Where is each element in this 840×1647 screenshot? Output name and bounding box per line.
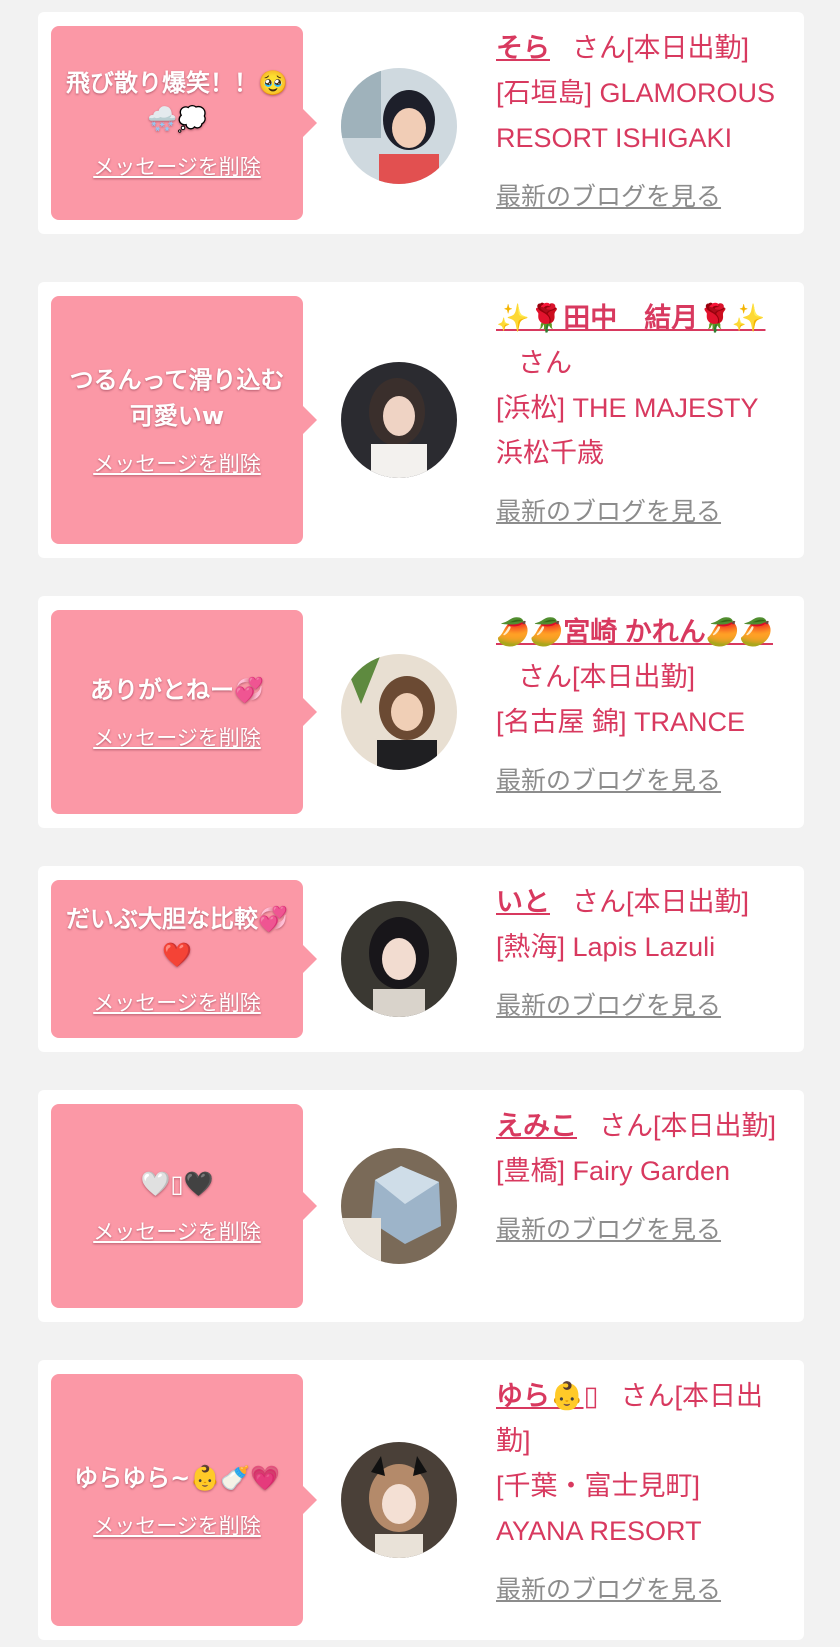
message-card: だいぶ大胆な比較💞❤️ メッセージを削除 いと さん[本日出勤] [熱海] Lap… — [38, 866, 804, 1052]
avatar-photo-icon — [341, 1442, 457, 1558]
avatar-photo-icon — [341, 654, 457, 770]
message-bubble: ありがとねー💞 メッセージを削除 — [51, 610, 317, 814]
avatar[interactable] — [341, 901, 457, 1017]
avatar[interactable] — [341, 68, 457, 184]
message-card: ありがとねー💞 メッセージを削除 🥭🥭宮崎 かれん🥭🥭 さん[本日出勤] [名古屋… — [38, 596, 804, 828]
latest-blog-link[interactable]: 最新のブログを見る — [496, 984, 721, 1029]
cast-info: えみこ さん[本日出勤] [豊橋] Fairy Garden 最新のブログを見る — [496, 1104, 792, 1253]
latest-blog-link[interactable]: 最新のブログを見る — [496, 1208, 721, 1253]
latest-blog-link[interactable]: 最新のブログを見る — [496, 175, 721, 220]
message-bubble: 🤍▯🖤 メッセージを削除 — [51, 1104, 317, 1308]
shop-name: [浜松] THE MAJESTY 浜松千歳 — [496, 393, 759, 468]
cast-info: 🥭🥭宮崎 かれん🥭🥭 さん[本日出勤] [名古屋 錦] TRANCE 最新のブログ… — [496, 610, 792, 804]
shop-name: [石垣島] GLAMOROUS RESORT ISHIGAKI — [496, 78, 776, 153]
shop-name: [豊橋] Fairy Garden — [496, 1156, 731, 1186]
shop-name: [千葉・富士見町] AYANA RESORT — [496, 1471, 702, 1546]
message-card: つるんって滑り込む可愛いw メッセージを削除 ✨🌹田中 結月🌹✨ さん [浜松] … — [38, 282, 804, 558]
message-text: つるんって滑り込む可愛いw — [69, 366, 285, 430]
favorites-message-list: 飛び散り爆笑！！🥹🌨️💭 メッセージを削除 そら さん[本日出勤] [石垣島] G… — [0, 0, 840, 1647]
delete-message-link[interactable]: メッセージを削除 — [93, 448, 261, 478]
cast-status: さん[本日出勤] — [572, 887, 750, 917]
cast-status: さん — [518, 348, 572, 378]
cast-info: そら さん[本日出勤] [石垣島] GLAMOROUS RESORT ISHIGA… — [496, 26, 792, 220]
shop-name: [名古屋 錦] TRANCE — [496, 707, 746, 737]
delete-message-link[interactable]: メッセージを削除 — [93, 987, 261, 1017]
delete-message-link[interactable]: メッセージを削除 — [93, 151, 261, 181]
cast-name-link[interactable]: 🥭🥭宮崎 かれん🥭🥭 — [496, 617, 773, 647]
delete-message-link[interactable]: メッセージを削除 — [93, 1216, 261, 1246]
avatar[interactable] — [341, 362, 457, 478]
message-text: 🤍▯🖤 — [140, 1170, 214, 1198]
cast-info: いと さん[本日出勤] [熱海] Lapis Lazuli 最新のブログを見る — [496, 880, 792, 1029]
delete-message-link[interactable]: メッセージを削除 — [93, 722, 261, 752]
cast-name-link[interactable]: いと — [496, 887, 550, 917]
avatar[interactable] — [341, 654, 457, 770]
cast-status: さん[本日出勤] — [572, 33, 750, 63]
message-bubble: ゆらゆら~👶🍼💗 メッセージを削除 — [51, 1374, 317, 1626]
cast-info: ✨🌹田中 結月🌹✨ さん [浜松] THE MAJESTY 浜松千歳 最新のブログ… — [496, 296, 792, 535]
avatar[interactable] — [341, 1148, 457, 1264]
cast-name-link[interactable]: ✨🌹田中 結月🌹✨ — [496, 303, 765, 333]
avatar[interactable] — [341, 1442, 457, 1558]
cast-name-link[interactable]: えみこ — [496, 1111, 577, 1141]
avatar-photo-icon — [341, 1148, 457, 1264]
cast-name-link[interactable]: ゆら👶▯ — [496, 1381, 598, 1411]
message-text: 飛び散り爆笑！！🥹🌨️💭 — [66, 69, 288, 133]
message-text: ゆらゆら~👶🍼💗 — [74, 1464, 280, 1492]
message-text: だいぶ大胆な比較💞❤️ — [66, 905, 288, 969]
latest-blog-link[interactable]: 最新のブログを見る — [496, 490, 721, 535]
message-text: ありがとねー💞 — [90, 676, 264, 704]
message-bubble: だいぶ大胆な比較💞❤️ メッセージを削除 — [51, 880, 317, 1038]
message-card: 飛び散り爆笑！！🥹🌨️💭 メッセージを削除 そら さん[本日出勤] [石垣島] G… — [38, 12, 804, 234]
cast-status: さん[本日出勤] — [599, 1111, 777, 1141]
avatar-photo-icon — [341, 901, 457, 1017]
cast-info: ゆら👶▯ さん[本日出勤] [千葉・富士見町] AYANA RESORT 最新のブ… — [496, 1374, 792, 1613]
latest-blog-link[interactable]: 最新のブログを見る — [496, 759, 721, 804]
latest-blog-link[interactable]: 最新のブログを見る — [496, 1568, 721, 1613]
avatar-photo-icon — [341, 362, 457, 478]
message-card: ゆらゆら~👶🍼💗 メッセージを削除 ゆら👶▯ さん[本日出勤] [千葉・富士見町]… — [38, 1360, 804, 1640]
shop-name: [熱海] Lapis Lazuli — [496, 932, 716, 962]
message-card: 🤍▯🖤 メッセージを削除 えみこ さん[本日出勤] [豊橋] Fairy Gard… — [38, 1090, 804, 1322]
avatar-photo-icon — [341, 68, 457, 184]
message-bubble: 飛び散り爆笑！！🥹🌨️💭 メッセージを削除 — [51, 26, 317, 220]
delete-message-link[interactable]: メッセージを削除 — [93, 1510, 261, 1540]
message-bubble: つるんって滑り込む可愛いw メッセージを削除 — [51, 296, 317, 544]
cast-status: さん[本日出勤] — [518, 662, 696, 692]
cast-name-link[interactable]: そら — [496, 33, 550, 63]
